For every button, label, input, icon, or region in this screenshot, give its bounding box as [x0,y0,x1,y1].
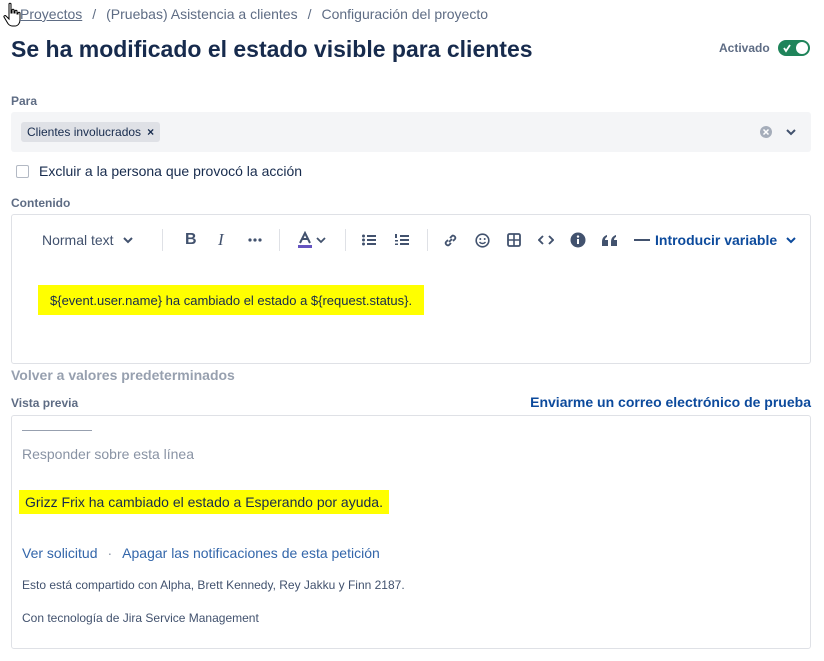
toolbar-divider [279,229,280,251]
insert-variable-button[interactable]: Introducir variable [634,229,797,251]
preview-label: Vista previa [11,396,79,410]
preview-links: Ver solicitud · Apagar las notificacione… [22,545,380,561]
toolbar-divider [427,229,428,251]
check-icon [782,44,791,53]
quote-button[interactable] [601,229,618,251]
emoji-button[interactable] [475,229,490,251]
content-editor[interactable]: Normal text B I Introducir variable ${ev… [11,214,811,364]
reset-defaults-link[interactable]: Volver a valores predeterminados [11,367,235,383]
more-icon [248,238,262,242]
recipient-tag: Clientes involucrados × [21,122,161,142]
breadcrumb: Proyectos / (Pruebas) Asistencia a cliente… [20,6,488,22]
breadcrumb-projects-link[interactable]: Proyectos [20,6,82,22]
toggle-label: Activado [719,41,770,55]
send-test-email-link[interactable]: Enviarme un correo electrónico de prueba [530,394,811,410]
breadcrumb-settings-link[interactable]: Configuración del proyecto [321,6,488,22]
shared-with-text: Esto está compartido con Alpha, Brett Ke… [22,578,405,592]
exclude-actor-row: Excluir a la persona que provocó la acci… [16,163,302,179]
code-icon [538,235,554,245]
numbered-list-button[interactable] [395,229,409,251]
view-request-link[interactable]: Ver solicitud [22,545,97,561]
editor-toolbar: Normal text B I Introducir variable [12,215,810,265]
bold-icon: B [185,231,197,248]
link-button[interactable] [443,229,458,251]
reply-divider-line [22,430,92,431]
email-preview: Responder sobre esta línea Grizz Frix ha… [11,415,811,649]
editor-content-highlight[interactable]: ${event.user.name} ha cambiado el estado… [38,285,425,315]
text-color-icon [298,231,312,248]
bold-button[interactable]: B [185,229,197,251]
page-title: Se ha modificado el estado visible para … [11,36,533,62]
reply-above-line-text: Responder sobre esta línea [22,446,194,462]
clear-icon[interactable] [759,125,773,139]
editor-content-text: ${event.user.name} ha cambiado el estado… [50,292,413,308]
hand-cursor-icon [3,2,21,27]
toolbar-divider [345,229,346,251]
enabled-toggle-group: Activado [719,40,810,56]
quote-icon [602,234,617,246]
breadcrumb-separator: / [92,6,97,22]
toolbar-divider [162,229,163,251]
recipients-select[interactable]: Clientes involucrados × [11,112,811,152]
content-label: Contenido [11,196,71,210]
emoji-icon [475,232,490,248]
dash-icon [634,239,650,241]
info-icon [570,232,586,248]
text-style-label: Normal text [42,232,114,248]
bullet-list-icon [362,234,376,246]
italic-icon: I [218,230,224,249]
recipient-tag-label: Clientes involucrados [27,125,142,139]
chevron-down-icon [786,237,796,244]
preview-message: Grizz Frix ha cambiado el estado a Esper… [19,490,389,514]
chevron-down-icon[interactable] [785,127,797,137]
toggle-knob [795,42,808,54]
chevron-down-icon [122,237,133,244]
recipients-label: Para [11,94,38,108]
chevron-down-icon [316,237,326,244]
exclude-actor-checkbox[interactable] [16,164,29,178]
text-style-dropdown[interactable]: Normal text [42,229,134,251]
link-icon [444,234,457,246]
enabled-toggle[interactable] [777,40,810,56]
bullet-list-button[interactable] [362,229,376,251]
breadcrumb-project-link[interactable]: (Pruebas) Asistencia a clientes [106,6,297,22]
text-color-button[interactable] [297,229,326,251]
table-button[interactable] [507,229,521,251]
turn-off-notifications-link[interactable]: Apagar las notificaciones de esta petici… [122,545,380,561]
more-formatting-button[interactable] [248,229,262,251]
italic-button[interactable]: I [218,229,224,251]
code-button[interactable] [538,229,554,251]
exclude-actor-label: Excluir a la persona que provocó la acci… [39,163,303,179]
breadcrumb-separator: / [307,6,312,22]
table-icon [507,233,521,247]
insert-variable-label: Introducir variable [655,232,778,248]
numbered-list-icon [395,234,409,245]
info-panel-button[interactable] [570,229,586,251]
link-separator: · [107,545,113,561]
remove-tag-button[interactable]: × [147,125,154,139]
powered-by-text: Con tecnología de Jira Service Managemen… [22,611,259,625]
